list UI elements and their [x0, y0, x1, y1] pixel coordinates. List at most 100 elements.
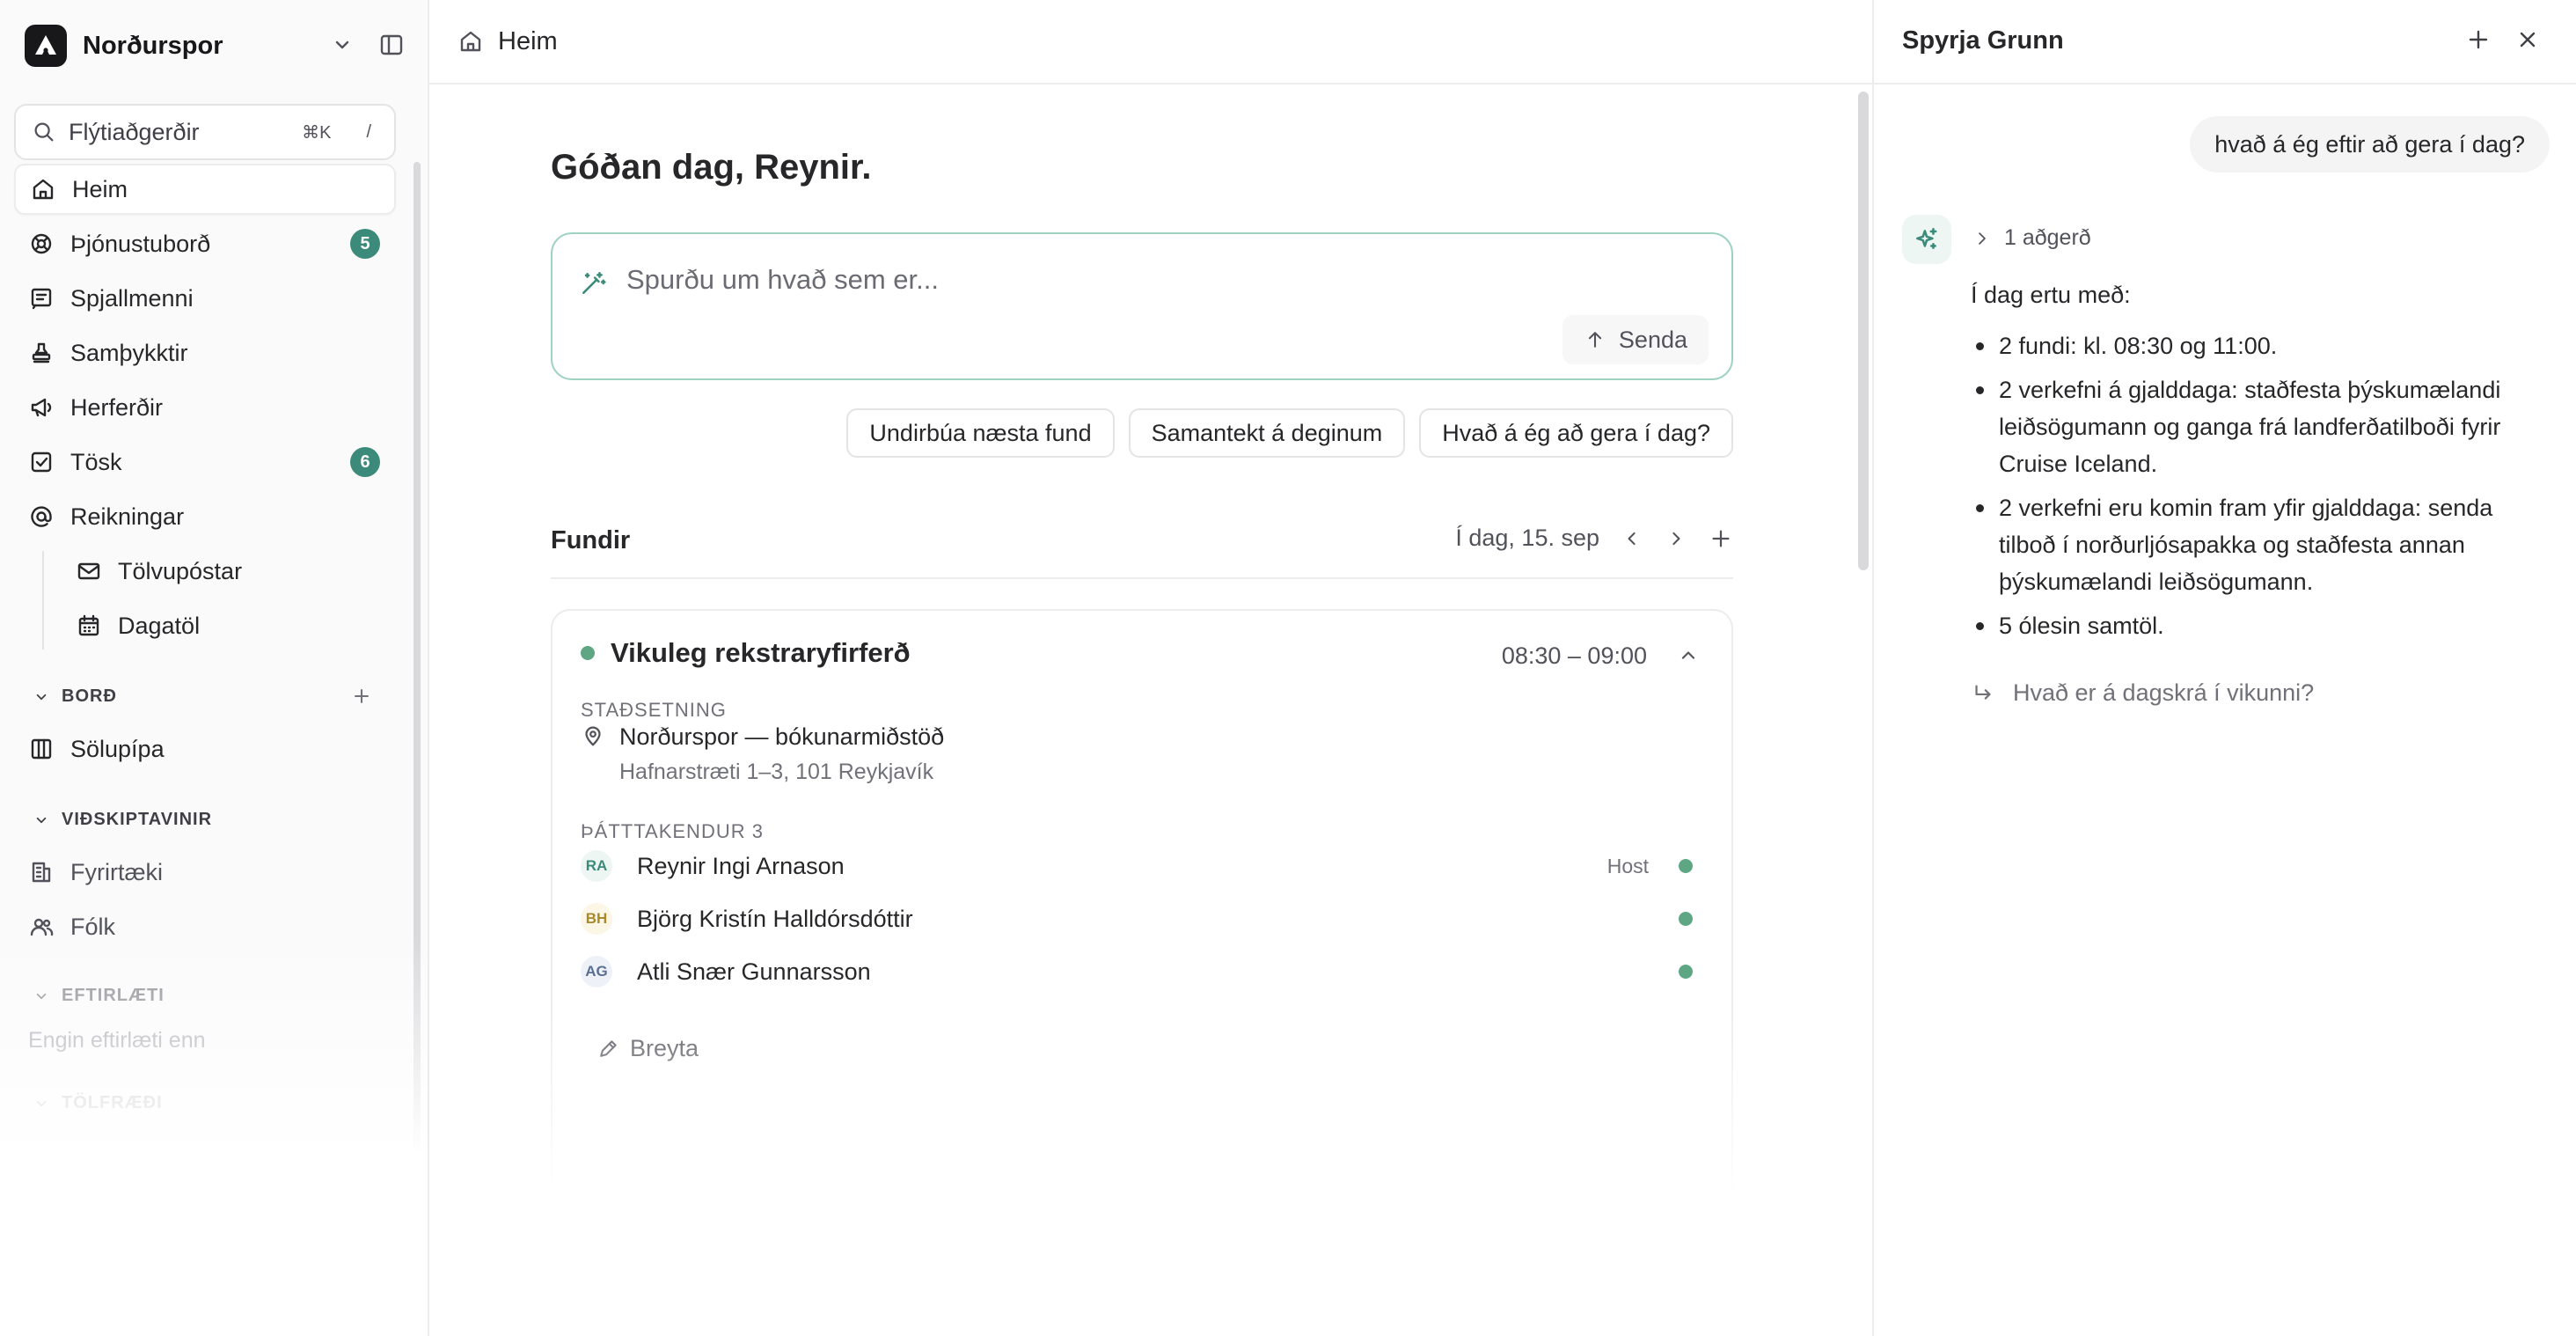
chevron-up-icon[interactable]	[1677, 644, 1700, 667]
sidebar-item-spjallmenni[interactable]: Spjallmenni	[14, 273, 396, 324]
search-icon	[34, 122, 54, 142]
sidebar-item-tolvupostar[interactable]: Tölvupóstar	[62, 546, 396, 597]
assistant-bullet-list: 2 fundi: kl. 08:30 og 11:00. 2 verkefni …	[1971, 327, 2534, 651]
add-board-plus-icon[interactable]	[350, 685, 373, 708]
chevron-left-icon[interactable]	[1621, 527, 1643, 550]
chevron-down-icon	[36, 993, 47, 999]
meetings-date-controls: Í dag, 15. sep	[1455, 525, 1733, 552]
sidebar-item-heim[interactable]: Heim	[14, 164, 396, 215]
avatar: AG	[581, 956, 612, 987]
sidebar-item-herferdir[interactable]: Herferðir	[14, 382, 396, 433]
status-dot	[1679, 859, 1693, 873]
chevron-right-icon	[1979, 231, 1986, 245]
sidebar-item-solupipa[interactable]: Sölupípa	[14, 723, 396, 774]
location-address: Hafnarstræti 1–3, 101 Reykjavík	[619, 760, 934, 784]
meeting-title: Vikuleg rekstraryfirferð	[611, 637, 911, 668]
sidebar-item-label: Tösk	[70, 448, 122, 475]
quick-actions-search[interactable]: Flýtiaðgerðir ⌘K /	[14, 104, 396, 160]
assistant-intro: Í dag ertu með:	[1971, 282, 2131, 308]
brand-logo	[25, 25, 67, 67]
section-title: VIÐSKIPTAVINIR	[62, 810, 213, 829]
chip-day-summary[interactable]: Samantekt á deginum	[1128, 408, 1406, 458]
search-label: Flýtiaðgerðir	[69, 118, 200, 145]
new-chat-plus-icon[interactable]	[2465, 26, 2492, 53]
section-vidskiptavinir-header[interactable]: VIÐSKIPTAVINIR	[32, 810, 212, 830]
edit-meeting-button[interactable]: Breyta	[596, 1035, 699, 1062]
section-eftirlaeti-header[interactable]: EFTIRLÆTI	[32, 986, 165, 1006]
meeting-title-row[interactable]: Vikuleg rekstraryfirferð	[581, 637, 911, 669]
action-toggle[interactable]: 1 aðgerð	[1972, 225, 2091, 251]
count-badge: 5	[350, 229, 380, 259]
status-dot	[1679, 965, 1693, 979]
action-count: 1 aðgerð	[2004, 225, 2091, 250]
sidebar-item-folk[interactable]: Fólk	[14, 901, 396, 952]
sidebar-item-thjonustubord[interactable]: Þjónustuborð 5	[14, 218, 396, 269]
section-tolfraedi-header[interactable]: TÖLFRÆÐI	[32, 1093, 163, 1113]
section-title: EFTIRLÆTI	[62, 986, 165, 1005]
chip-todo-today[interactable]: Hvað á ég að gera í dag?	[1419, 408, 1733, 458]
section-bord-header[interactable]: BORÐ	[32, 686, 117, 707]
magic-wand-icon	[579, 269, 607, 297]
status-dot	[581, 646, 595, 660]
sidebar-item-dagatol[interactable]: Dagatöl	[62, 600, 396, 651]
ask-input[interactable]: Spurðu um hvað sem er... Senda	[551, 232, 1733, 380]
chip-prepare-meeting[interactable]: Undirbúa næsta fund	[846, 408, 1115, 458]
attendee-name: Atli Snær Gunnarsson	[637, 958, 871, 985]
sidebar-item-label: Fólk	[70, 913, 116, 940]
chevron-right-icon[interactable]	[1665, 527, 1687, 550]
followup-suggestion[interactable]: Hvað er á dagskrá í vikunni?	[1971, 679, 2314, 707]
main-scrollbar[interactable]	[1858, 92, 1869, 570]
top-bar: Heim	[429, 0, 1872, 84]
megaphone-icon	[31, 398, 52, 417]
sidebar-item-label: Dagatöl	[118, 612, 201, 639]
sidebar-item-label: Spjallmenni	[70, 284, 194, 312]
sidebar-item-tosk[interactable]: Tösk 6	[14, 437, 396, 488]
close-icon[interactable]	[2514, 26, 2541, 53]
workspace-switcher[interactable]: Norðurspor	[25, 23, 223, 69]
chevron-down-icon[interactable]	[329, 32, 355, 58]
add-meeting-plus-icon[interactable]	[1709, 526, 1733, 551]
pencil-icon	[600, 1039, 617, 1057]
sparkles-icon	[1902, 215, 1951, 264]
sidebar-item-reikningar[interactable]: Reikningar	[14, 491, 396, 542]
attendee-row[interactable]: BH Björg Kristín Halldórsdóttir	[581, 898, 1707, 940]
user-message: hvað á ég eftir að gera í dag?	[2190, 116, 2550, 173]
sidebar-item-fyrirtaeki[interactable]: Fyrirtæki	[14, 847, 396, 898]
building-icon	[32, 862, 51, 883]
checkbox-icon	[31, 451, 52, 473]
sidebar-item-label: Þjónustuborð	[70, 230, 211, 257]
meetings-title: Fundir	[551, 526, 631, 554]
attendees-label: ÞÁTTTAKENDUR 3	[581, 820, 764, 842]
attendee-name: Björg Kristín Halldórsdóttir	[637, 905, 913, 932]
mail-icon	[77, 562, 100, 580]
breadcrumb[interactable]: Heim	[498, 27, 558, 56]
list-item: 2 fundi: kl. 08:30 og 11:00.	[1971, 327, 2534, 364]
subnav-guide-line	[42, 551, 44, 650]
chat-lines-icon	[31, 288, 52, 310]
list-item: 2 verkefni eru komin fram yfir gjalddaga…	[1971, 489, 2534, 600]
section-title: TÖLFRÆÐI	[62, 1093, 163, 1112]
favorites-empty-text: Engin eftirlæti enn	[28, 1028, 206, 1053]
suggestion-chips: Undirbúa næsta fund Samantekt á deginum …	[846, 408, 1733, 458]
sidebar-scrollbar[interactable]	[413, 162, 421, 1165]
sidebar-item-label: Tölvupóstar	[118, 557, 243, 584]
avatar: BH	[581, 903, 612, 935]
meetings-date[interactable]: Í dag, 15. sep	[1455, 525, 1599, 552]
chevron-down-icon	[36, 1100, 47, 1106]
attendee-row[interactable]: AG Atli Snær Gunnarsson	[581, 951, 1707, 993]
arrow-up-icon	[1588, 332, 1602, 348]
shortcut-hint: ⌘K	[302, 122, 332, 143]
attendee-row[interactable]: RA Reynir Ingi Arnason Host	[581, 845, 1707, 887]
sidebar-item-samthykktir[interactable]: Samþykktir	[14, 327, 396, 378]
list-item: 5 ólesin samtöl.	[1971, 607, 2534, 644]
home-icon	[460, 31, 481, 52]
app-window: Norðurspor Flýtiaðgerðir ⌘K / Heim Þjónu…	[0, 0, 2576, 1336]
sidebar-item-label: Samþykktir	[70, 339, 188, 366]
sidebar: Norðurspor Flýtiaðgerðir ⌘K / Heim Þjónu…	[0, 0, 429, 1336]
assistant-panel: Spyrja Grunn hvað á ég eftir að gera í d…	[1872, 0, 2576, 1336]
sidebar-item-label: Reikningar	[70, 503, 185, 530]
count-badge: 6	[350, 447, 380, 477]
sidebar-toggle-icon[interactable]	[378, 32, 405, 58]
send-button[interactable]: Senda	[1562, 315, 1709, 364]
stamp-icon	[32, 342, 51, 363]
